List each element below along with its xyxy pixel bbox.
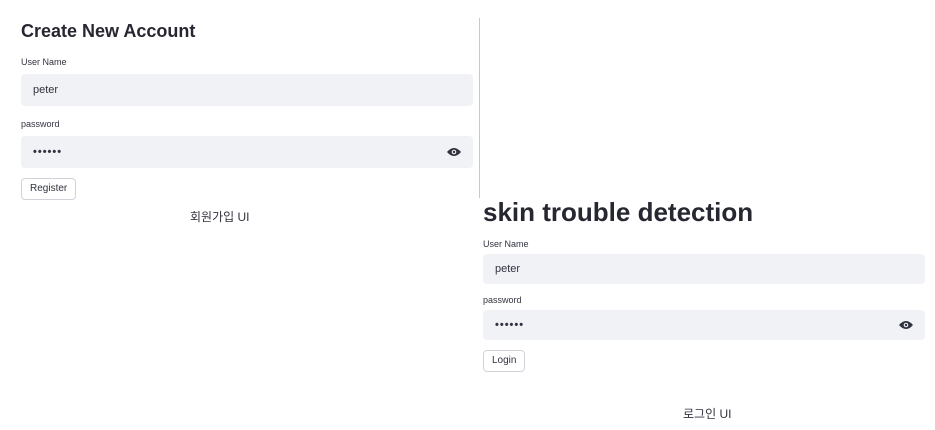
register-username-field[interactable]: peter — [21, 74, 473, 106]
divider — [479, 18, 480, 198]
eye-icon[interactable] — [899, 320, 913, 330]
login-form: skin trouble detection User Name peter p… — [483, 196, 925, 372]
register-title: Create New Account — [21, 21, 196, 41]
register-password-field[interactable]: •••••• — [21, 136, 473, 168]
login-password-field[interactable]: •••••• — [483, 310, 925, 340]
login-title: skin trouble detection — [483, 197, 754, 227]
login-username-label: User Name — [483, 239, 529, 249]
login-username-value: peter — [495, 263, 521, 275]
register-caption: 회원가입 UI — [190, 210, 250, 224]
register-form: Create New Account User Name peter passw… — [21, 18, 473, 200]
login-username-field[interactable]: peter — [483, 254, 925, 284]
register-password-label: password — [21, 119, 60, 129]
login-password-value: •••••• — [495, 319, 525, 331]
login-caption: 로그인 UI — [683, 407, 732, 421]
register-username-label: User Name — [21, 57, 67, 67]
register-button[interactable]: Register — [21, 178, 77, 200]
login-button[interactable]: Login — [483, 350, 526, 372]
register-username-value: peter — [33, 84, 59, 96]
register-password-value: •••••• — [33, 146, 63, 158]
login-password-label: password — [483, 295, 522, 305]
eye-icon[interactable] — [447, 147, 461, 157]
